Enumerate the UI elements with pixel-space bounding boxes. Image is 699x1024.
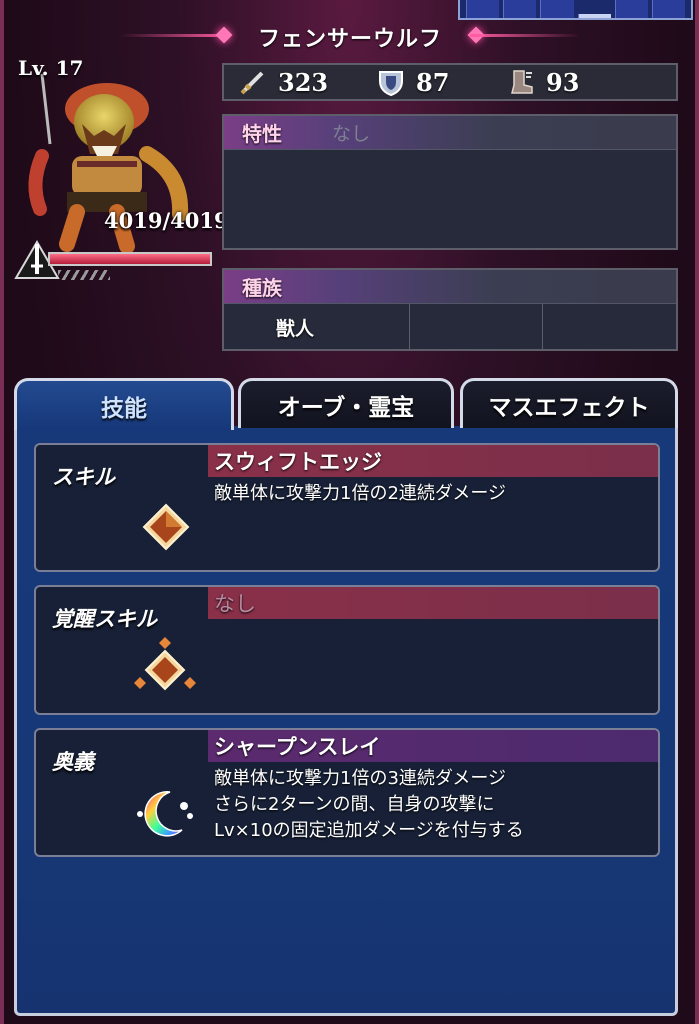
speed-value: 93 [546, 67, 580, 97]
top-menu-item[interactable] [540, 0, 574, 18]
skill-name: シャープンスレイ [214, 735, 381, 759]
skill-type-label: 奥義 [52, 750, 94, 774]
top-menu-item-selected[interactable] [577, 14, 611, 18]
frame-right [695, 0, 699, 1024]
skill-description: 敵単体に攻撃力1倍の3連続ダメージ さらに2ターンの間、自身の攻撃に Lv×10… [214, 768, 524, 841]
stats-panel: 323 87 93 [222, 63, 678, 101]
tribe-cell [543, 304, 676, 350]
top-menu-item[interactable] [503, 0, 537, 18]
shield-icon [379, 71, 403, 97]
skill-type-label: スキル [52, 465, 115, 489]
tribe-label: 種族 [242, 276, 282, 300]
defense-stat: 87 [376, 67, 449, 97]
title-line-right [470, 34, 580, 37]
trait-panel: 特性 なし [222, 114, 678, 250]
top-menu[interactable] [458, 0, 693, 20]
tab-mass-effect[interactable]: マスエフェクト [460, 378, 678, 428]
boot-icon [511, 70, 533, 94]
tribe-cell [410, 304, 544, 350]
awakened-skill-card[interactable]: 覚醒スキル なし [34, 585, 660, 715]
top-menu-item[interactable] [651, 0, 686, 18]
skill-name-bar: なし [208, 587, 658, 619]
unit-hp: 4019/4019 [104, 208, 229, 233]
defense-value: 87 [416, 67, 450, 97]
orange-gem-icon [142, 503, 190, 551]
skill-name-bar: シャープンスレイ [208, 730, 658, 762]
tribe-header: 種族 [224, 270, 676, 304]
skill-description: 敵単体に攻撃力1倍の2連続ダメージ [214, 483, 507, 504]
tribe-cells: 獣人 [224, 304, 676, 350]
frame-left [0, 0, 4, 1024]
sword-icon [240, 71, 264, 95]
skill-name-bar: スウィフトエッジ [208, 445, 658, 477]
skill-name: スウィフトエッジ [214, 450, 382, 474]
awakened-gem-icon [134, 637, 196, 691]
tab-skills[interactable]: 技能 [14, 378, 234, 430]
skill-name: なし [214, 592, 256, 616]
ultimate-skill-card[interactable]: 奥義 シャープンスレイ 敵単体に攻撃力1倍の3連続ダメージ さらに2ターンの間、… [34, 728, 660, 857]
unit-level: Lv. 17 [18, 56, 84, 80]
top-menu-item[interactable] [466, 0, 500, 18]
skill-card[interactable]: スキル スウィフトエッジ 敵単体に攻撃力1倍の2連続ダメージ [34, 443, 660, 572]
top-menu-item[interactable] [614, 0, 648, 18]
trait-label: 特性 [242, 122, 282, 146]
hp-bar [48, 252, 212, 266]
title-bar: フェンサーウルフ [120, 20, 580, 52]
unit-name: フェンサーウルフ [257, 27, 442, 52]
attack-stat: 323 [238, 67, 328, 97]
trait-value: なし [332, 123, 371, 145]
speed-stat: 93 [506, 67, 579, 97]
skill-type-label: 覚醒スキル [52, 607, 157, 631]
trait-header: 特性 なし [224, 116, 676, 150]
hp-bar-stripes [58, 270, 110, 280]
tab-orb-treasure[interactable]: オーブ・霊宝 [238, 378, 454, 428]
tribe-panel: 種族 獣人 [222, 268, 678, 351]
attack-value: 323 [278, 67, 329, 97]
hp-bar-fill [50, 254, 210, 264]
rainbow-crescent-icon [137, 791, 193, 837]
tribe-cell: 獣人 [224, 304, 410, 350]
